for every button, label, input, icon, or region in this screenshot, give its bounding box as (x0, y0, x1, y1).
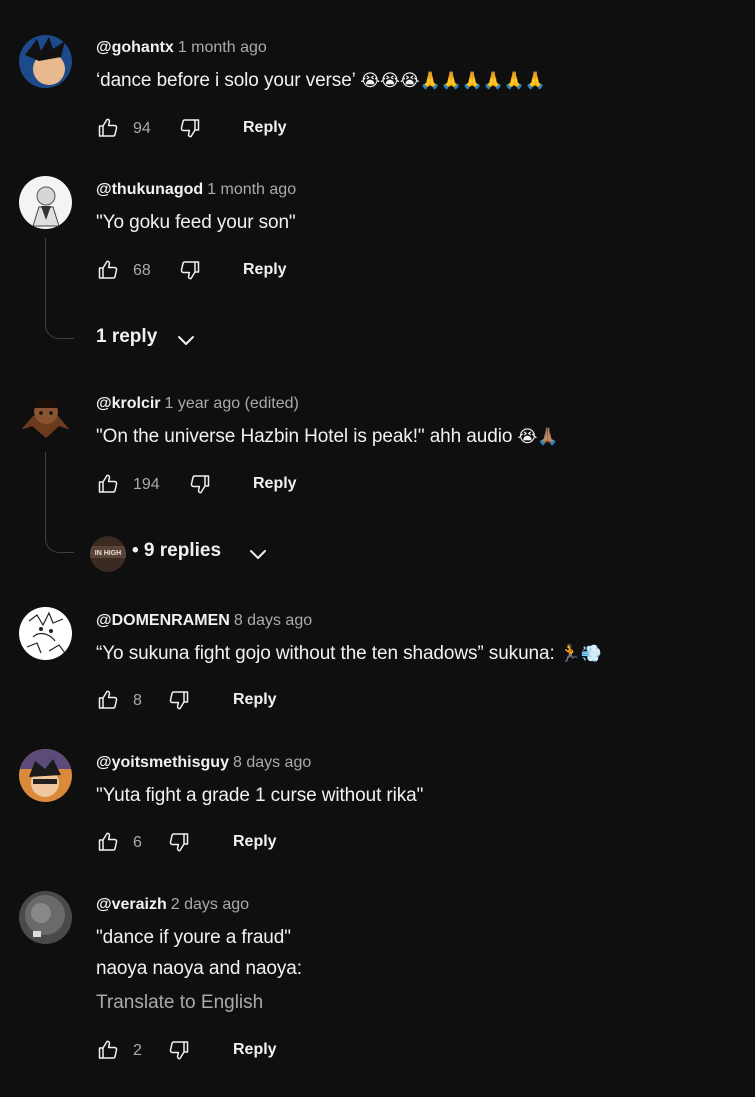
thumbs-down-icon[interactable] (167, 1038, 191, 1062)
comment-text: "Yo goku feed your son" (96, 212, 296, 233)
replies-count: • 9 replies (132, 540, 222, 561)
translate-link[interactable]: Translate to English (96, 992, 263, 1014)
thread-line (45, 452, 74, 553)
author-handle[interactable]: @gohantx (96, 39, 174, 56)
thumbs-down-icon[interactable] (167, 830, 191, 854)
chevron-down-icon (174, 328, 198, 352)
author-handle[interactable]: @DOMENRAMEN (96, 612, 230, 629)
emoji: 🏃💨 (559, 644, 602, 664)
comment-text-line2: naoya naoya and naoya: (96, 958, 302, 979)
thumbs-down-icon[interactable] (178, 116, 202, 140)
thread-line (45, 238, 74, 339)
timestamp[interactable]: 1 year ago (edited) (165, 395, 299, 412)
comment-text: "Yuta fight a grade 1 curse without rika… (96, 785, 424, 806)
avatar[interactable] (19, 390, 72, 443)
like-count: 8 (133, 692, 142, 709)
thumbs-down-icon[interactable] (167, 688, 191, 712)
reply-avatar-text: IN HIGH (95, 550, 121, 557)
thumbs-up-icon[interactable] (96, 116, 120, 140)
author-handle[interactable]: @thukunagod (96, 181, 203, 198)
like-count: 2 (133, 1042, 142, 1059)
comment-body: ‘dance before i solo your verse’ (96, 70, 356, 91)
reply-button[interactable]: Reply (233, 833, 277, 851)
like-count: 94 (133, 120, 151, 137)
comment-meta: @yoitsmethisguy 8 days ago (96, 754, 311, 772)
comment-body: “Yo sukuna fight gojo without the ten sh… (96, 643, 555, 664)
reply-button[interactable]: Reply (243, 261, 287, 279)
reply-button[interactable]: Reply (243, 119, 287, 137)
comment-meta: @veraizh 2 days ago (96, 896, 249, 914)
avatar[interactable] (19, 607, 72, 660)
reply-button[interactable]: Reply (233, 1041, 277, 1059)
author-handle[interactable]: @krolcir (96, 395, 161, 412)
comment-meta: @thukunagod 1 month ago (96, 181, 296, 199)
comment-text: "On the universe Hazbin Hotel is peak!" … (96, 426, 558, 448)
author-handle[interactable]: @yoitsmethisguy (96, 754, 229, 771)
replies-count: 1 reply (96, 326, 158, 347)
comment-meta: @gohantx 1 month ago (96, 39, 267, 57)
avatar[interactable] (19, 35, 72, 88)
timestamp[interactable]: 2 days ago (171, 896, 249, 913)
like-count: 68 (133, 262, 151, 279)
thumbs-up-icon[interactable] (96, 830, 120, 854)
thumbs-up-icon[interactable] (96, 258, 120, 282)
thumbs-up-icon[interactable] (96, 1038, 120, 1062)
author-handle[interactable]: @veraizh (96, 896, 167, 913)
avatar[interactable] (19, 176, 72, 229)
thumbs-down-icon[interactable] (178, 258, 202, 282)
thumbs-up-icon[interactable] (96, 688, 120, 712)
reply-button[interactable]: Reply (253, 475, 297, 493)
comment-meta: @krolcir 1 year ago (edited) (96, 395, 299, 413)
comment-text: "dance if youre a fraud" (96, 927, 291, 948)
comment-body: "On the universe Hazbin Hotel is peak!" … (96, 426, 513, 447)
timestamp[interactable]: 8 days ago (233, 754, 311, 771)
chevron-down-icon (246, 542, 270, 566)
like-count: 6 (133, 834, 142, 851)
timestamp[interactable]: 8 days ago (234, 612, 312, 629)
reply-button[interactable]: Reply (233, 691, 277, 709)
timestamp[interactable]: 1 month ago (178, 39, 267, 56)
thumbs-down-icon[interactable] (188, 472, 212, 496)
emoji: 😭😭😭🙏🙏🙏🙏🙏🙏 (360, 71, 546, 91)
comment-text: “Yo sukuna fight gojo without the ten sh… (96, 643, 602, 665)
like-count: 194 (133, 476, 160, 493)
comment-text: ‘dance before i solo your verse’ 😭😭😭🙏🙏🙏🙏… (96, 70, 546, 92)
timestamp[interactable]: 1 month ago (207, 181, 296, 198)
emoji: 😭🙏🏽 (517, 427, 559, 447)
reply-author-avatar: IN HIGH (90, 536, 126, 572)
comment-meta: @DOMENRAMEN 8 days ago (96, 612, 312, 630)
avatar[interactable] (19, 891, 72, 944)
avatar[interactable] (19, 749, 72, 802)
thumbs-up-icon[interactable] (96, 472, 120, 496)
